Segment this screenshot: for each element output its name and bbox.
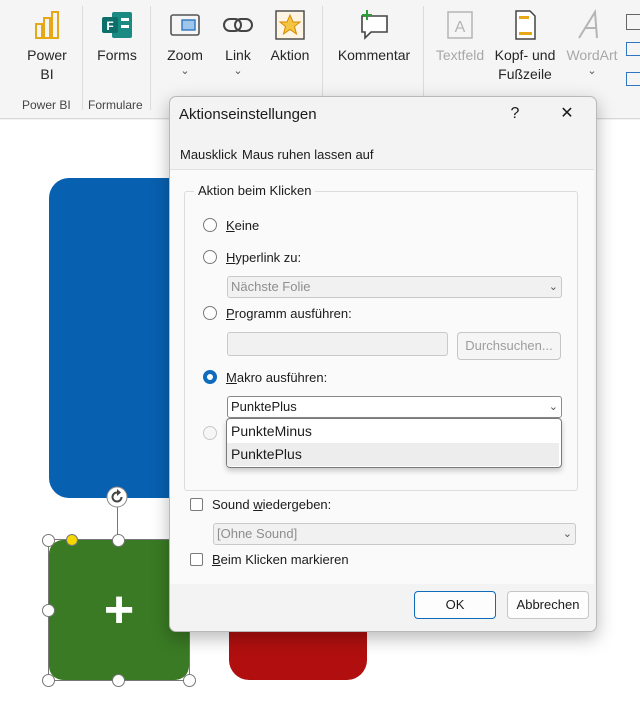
comment-icon bbox=[357, 8, 391, 42]
resize-handle[interactable] bbox=[112, 534, 125, 547]
chevron-down-icon: ⌄ bbox=[180, 65, 190, 77]
object-icon[interactable] bbox=[626, 42, 640, 56]
radio-program-label: Programm ausführen: bbox=[226, 306, 352, 321]
zoom-button[interactable]: Zoom ⌄ bbox=[160, 8, 210, 77]
kommentar-button[interactable]: Kommentar bbox=[334, 8, 414, 65]
macro-option-punkteplus[interactable]: PunktePlus bbox=[227, 443, 559, 466]
group-label: Aktion beim Klicken bbox=[194, 183, 316, 198]
wordart-icon bbox=[575, 8, 609, 42]
forms-button[interactable]: F Forms bbox=[94, 8, 140, 65]
chevron-down-icon: ⌄ bbox=[233, 65, 243, 77]
sound-label: Sound wiedergeben: bbox=[212, 497, 332, 512]
resize-handle[interactable] bbox=[183, 674, 196, 687]
svg-text:F: F bbox=[106, 19, 113, 33]
highlight-label: Beim Klicken markieren bbox=[212, 552, 349, 567]
radio-macro[interactable] bbox=[203, 370, 217, 384]
resize-handle[interactable] bbox=[42, 534, 55, 547]
chevron-down-icon: ⌄ bbox=[548, 401, 558, 413]
tab-panel: Aktion beim Klicken Keine Hyperlink zu: … bbox=[170, 169, 594, 584]
adjust-handle[interactable] bbox=[66, 534, 78, 546]
link-icon bbox=[221, 8, 255, 42]
textfeld-button[interactable]: A Textfeld bbox=[432, 8, 488, 65]
action-star-icon bbox=[273, 8, 307, 42]
radio-hyperlink[interactable] bbox=[203, 250, 217, 264]
macro-dropdown-list: PunkteMinus PunktePlus bbox=[226, 418, 562, 468]
link-button[interactable]: Link ⌄ bbox=[216, 8, 260, 77]
symbol-icon[interactable] bbox=[626, 72, 640, 86]
radio-object-action[interactable] bbox=[203, 426, 217, 440]
tab-maus-ruhen[interactable]: Maus ruhen lassen auf bbox=[242, 147, 374, 162]
group-separator bbox=[423, 6, 424, 110]
more-icon[interactable] bbox=[626, 14, 640, 30]
power-bi-button[interactable]: Power BI bbox=[24, 8, 70, 84]
sound-select[interactable]: [Ohne Sound] ⌄ bbox=[213, 523, 576, 545]
group-separator bbox=[322, 6, 323, 110]
kopf-fusszeile-button[interactable]: Kopf- und Fußzeile bbox=[492, 8, 558, 84]
chevron-down-icon: ⌄ bbox=[548, 281, 558, 293]
dialog-title: Aktionseinstellungen bbox=[179, 106, 317, 123]
browse-button[interactable]: Durchsuchen... bbox=[457, 332, 561, 360]
chevron-down-icon: ⌄ bbox=[562, 528, 572, 540]
resize-handle[interactable] bbox=[42, 604, 55, 617]
sound-checkbox[interactable] bbox=[190, 498, 203, 511]
macro-select[interactable]: PunktePlus ⌄ bbox=[227, 396, 562, 418]
group-label-formulare: Formulare bbox=[88, 98, 143, 112]
forms-icon: F bbox=[100, 8, 134, 42]
power-bi-icon bbox=[30, 8, 64, 42]
header-footer-icon bbox=[508, 8, 542, 42]
highlight-checkbox[interactable] bbox=[190, 553, 203, 566]
group-separator bbox=[150, 6, 151, 110]
cancel-button[interactable]: Abbrechen bbox=[507, 591, 589, 619]
textbox-icon: A bbox=[443, 8, 477, 42]
radio-program[interactable] bbox=[203, 306, 217, 320]
chevron-down-icon: ⌄ bbox=[587, 65, 597, 77]
radio-none-label: Keine bbox=[226, 218, 260, 233]
group-label-power-bi: Power BI bbox=[22, 98, 71, 112]
macro-option-punkteminus[interactable]: PunkteMinus bbox=[227, 420, 559, 443]
help-button[interactable]: ? bbox=[500, 101, 530, 127]
group-separator bbox=[82, 6, 83, 110]
tab-mausklick[interactable]: Mausklick bbox=[180, 147, 237, 162]
resize-handle[interactable] bbox=[42, 674, 55, 687]
close-button[interactable]: ✕ bbox=[552, 101, 582, 127]
svg-text:A: A bbox=[455, 19, 466, 36]
radio-none[interactable] bbox=[203, 218, 217, 232]
radio-macro-label: Makro ausführen: bbox=[226, 370, 328, 385]
aktion-button[interactable]: Aktion bbox=[266, 8, 314, 65]
program-input[interactable] bbox=[227, 332, 448, 356]
action-settings-dialog: Aktionseinstellungen ? ✕ Mausklick Maus … bbox=[169, 96, 597, 632]
resize-handle[interactable] bbox=[112, 674, 125, 687]
hyperlink-select[interactable]: Nächste Folie ⌄ bbox=[227, 276, 562, 298]
blue-shape[interactable] bbox=[49, 178, 189, 498]
zoom-icon bbox=[168, 8, 202, 42]
rotate-handle-icon[interactable] bbox=[106, 486, 128, 508]
ok-button[interactable]: OK bbox=[414, 591, 496, 619]
radio-hyperlink-label: Hyperlink zu: bbox=[226, 250, 302, 265]
wordart-button[interactable]: WordArt ⌄ bbox=[562, 8, 622, 77]
